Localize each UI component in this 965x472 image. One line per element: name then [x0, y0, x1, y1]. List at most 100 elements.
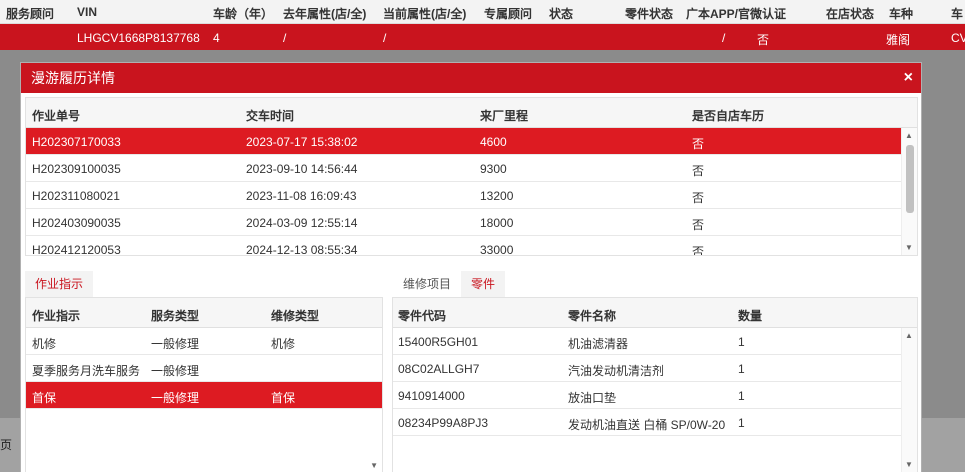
col-header: 零件代码	[398, 309, 447, 323]
table-row[interactable]: H202309100035 2023-09-10 14:56:44 9300 否	[26, 155, 901, 182]
col-header: 作业单号	[32, 109, 81, 123]
cell: 汽油发动机清洁剂	[568, 364, 665, 378]
cell: 机修	[271, 337, 296, 351]
col-header: 维修类型	[271, 309, 320, 323]
col-header: 交车时间	[246, 109, 295, 123]
bg-col-header: 服务顾问	[6, 7, 55, 21]
scroll-down-icon[interactable]: ▼	[905, 460, 913, 469]
close-button[interactable]: ×	[904, 63, 913, 93]
parts-scrollbar[interactable]: ▲ ▼	[901, 328, 917, 472]
instructions-grid: 作业指示 服务类型 维修类型 机修 一般修理 机修 夏季服务月洗车服务 一般修理…	[25, 297, 383, 472]
table-row[interactable]: 08234P99A8PJ3 发动机油直送 白桶 SP/0W-20 1	[393, 409, 901, 436]
table-row[interactable]: H202307170033 2023-07-17 15:38:02 4600 否	[26, 128, 901, 155]
table-row[interactable]: 9410914000 放油口垫 1	[393, 382, 901, 409]
tab-repair-items[interactable]: 维修项目	[393, 271, 461, 297]
history-grid: 作业单号 交车时间 来厂里程 是否自店车历 H202307170033 2023…	[25, 97, 918, 256]
table-row[interactable]: H202403090035 2024-03-09 12:55:14 18000 …	[26, 209, 901, 236]
cell: 1	[738, 362, 745, 376]
scroll-thumb[interactable]	[906, 145, 914, 213]
cell: H202307170033	[32, 135, 121, 149]
cell: 2023-09-10 14:56:44	[246, 162, 358, 176]
col-header: 来厂里程	[480, 109, 529, 123]
cell: 2023-07-17 15:38:02	[246, 135, 358, 149]
bg-cell: LHGCV1668P8137768	[77, 31, 200, 45]
bg-cell: /	[722, 31, 726, 45]
cell: 1	[738, 389, 745, 403]
bg-col-header: 在店状态	[826, 7, 875, 21]
cell: 夏季服务月洗车服务	[32, 364, 141, 378]
cell: 2023-11-08 16:09:43	[246, 189, 357, 203]
cell: 33000	[480, 243, 514, 256]
background-selected-row[interactable]: LHGCV1668P8137768 4 / / / 否 雅阁 CV	[0, 24, 965, 50]
cell: 否	[692, 245, 705, 256]
bg-cell: CV	[951, 31, 965, 45]
bg-col-header: 专属顾问	[484, 7, 533, 21]
table-row[interactable]: 首保 一般修理 首保	[26, 382, 382, 409]
cell: 9410914000	[398, 389, 465, 403]
cell: 机修	[32, 337, 57, 351]
table-row[interactable]: H202311080021 2023-11-08 16:09:43 13200 …	[26, 182, 901, 209]
bg-col-header: 零件状态	[625, 7, 674, 21]
bg-col-header: 车龄（年）	[213, 7, 274, 21]
cell: 否	[692, 218, 705, 232]
col-header: 作业指示	[32, 309, 81, 323]
scroll-up-icon[interactable]: ▲	[905, 331, 913, 340]
tab-parts[interactable]: 零件	[461, 271, 506, 297]
cell: 1	[738, 335, 745, 349]
tab-work-instructions[interactable]: 作业指示	[25, 271, 94, 297]
cell: 否	[692, 191, 705, 205]
cell: 首保	[271, 391, 296, 405]
cell: 2024-12-13 08:55:34	[246, 243, 358, 256]
table-row[interactable]: 15400R5GH01 机油滤清器 1	[393, 328, 901, 355]
instructions-grid-header: 作业指示 服务类型 维修类型	[26, 298, 382, 328]
bg-col-header: 状态	[549, 7, 574, 21]
history-scrollbar[interactable]: ▲ ▼	[901, 128, 917, 255]
modal-title: 漫游履历详情	[31, 70, 115, 86]
cell: 否	[692, 137, 705, 151]
col-header: 服务类型	[151, 309, 200, 323]
cell: H202311080021	[32, 189, 120, 203]
cell: 18000	[480, 216, 514, 230]
cell: H202309100035	[32, 162, 121, 176]
col-header: 零件名称	[568, 309, 617, 323]
bg-cell: /	[283, 31, 287, 45]
bg-col-header: 当前属性(店/全)	[383, 7, 467, 21]
cell: H202412120053	[32, 243, 121, 256]
background-table-header: 服务顾问 VIN 车龄（年） 去年属性(店/全) 当前属性(店/全) 专属顾问 …	[0, 0, 965, 24]
cell: 首保	[32, 391, 57, 405]
cell: 4600	[480, 135, 507, 149]
cell: 放油口垫	[568, 391, 617, 405]
bg-col-header: 广本APP/官微认证	[686, 7, 787, 21]
parts-grid: 零件代码 零件名称 数量 15400R5GH01 机油滤清器 1 08C02AL…	[392, 297, 918, 472]
parts-grid-header: 零件代码 零件名称 数量	[393, 298, 917, 328]
modal-title-bar: 漫游履历详情 ×	[21, 63, 921, 93]
table-row[interactable]: 夏季服务月洗车服务 一般修理	[26, 355, 382, 382]
col-header: 是否自店车历	[692, 109, 765, 123]
cell: 一般修理	[151, 364, 200, 378]
cell: 一般修理	[151, 337, 200, 351]
bg-cell: 否	[757, 33, 770, 47]
table-row[interactable]: 机修 一般修理 机修	[26, 328, 382, 355]
cell: 一般修理	[151, 391, 200, 405]
bg-cell: /	[383, 31, 387, 45]
cell: 15400R5GH01	[398, 335, 479, 349]
cell: 否	[692, 164, 705, 178]
cell: 08C02ALLGH7	[398, 362, 480, 376]
table-row[interactable]: 08C02ALLGH7 汽油发动机清洁剂 1	[393, 355, 901, 382]
bg-col-header: VIN	[77, 5, 98, 19]
cell: 机油滤清器	[568, 337, 629, 351]
bg-col-header: 车	[951, 7, 964, 21]
scroll-down-icon[interactable]: ▼	[370, 461, 378, 470]
cell: 08234P99A8PJ3	[398, 416, 489, 430]
bg-col-header: 去年属性(店/全)	[283, 7, 367, 21]
cell: 9300	[480, 162, 507, 176]
history-detail-modal: 漫游履历详情 × 作业单号 交车时间 来厂里程 是否自店车历 H20230717…	[20, 62, 922, 472]
pagination-text: 页	[0, 438, 13, 452]
scroll-down-icon[interactable]: ▼	[905, 243, 913, 252]
history-grid-header: 作业单号 交车时间 来厂里程 是否自店车历	[26, 98, 917, 128]
table-row[interactable]: H202412120053 2024-12-13 08:55:34 33000 …	[26, 236, 901, 256]
cell: 1	[738, 416, 745, 430]
bg-col-header: 车种	[889, 7, 914, 21]
cell: 13200	[480, 189, 514, 203]
scroll-up-icon[interactable]: ▲	[905, 131, 913, 140]
